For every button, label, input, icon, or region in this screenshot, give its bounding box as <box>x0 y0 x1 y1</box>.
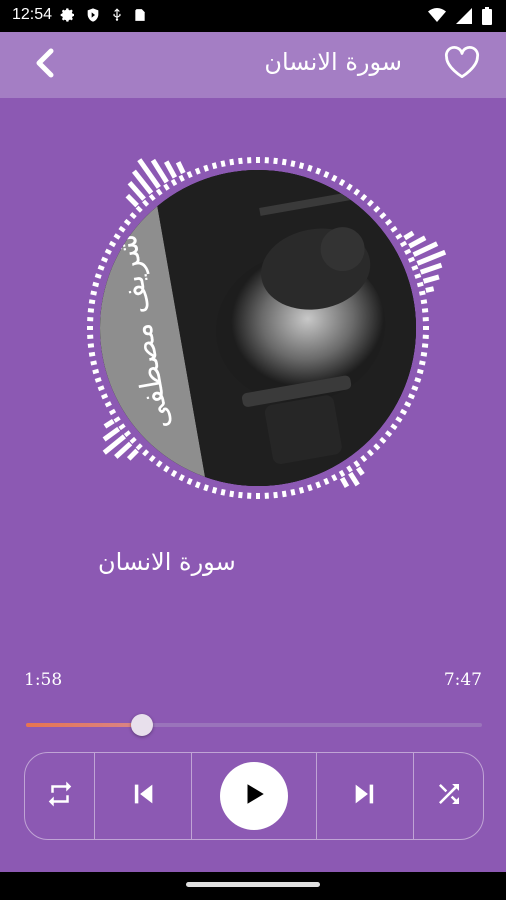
battery-icon <box>482 7 492 29</box>
total-time: 7:47 <box>443 670 482 690</box>
signal-icon <box>456 8 472 28</box>
play-circle <box>220 762 288 830</box>
status-bar: 12:54 <box>0 0 506 32</box>
status-time: 12:54 <box>12 6 53 23</box>
home-gesture-pill[interactable] <box>186 882 320 887</box>
play-icon <box>241 781 267 811</box>
track-title: سورة الانسان <box>98 548 236 576</box>
next-button[interactable] <box>317 753 414 839</box>
current-time: 1:58 <box>24 670 63 690</box>
usb-icon <box>110 7 124 27</box>
seek-thumb[interactable] <box>130 714 153 736</box>
skip-previous-icon <box>129 780 157 812</box>
favorite-button[interactable] <box>440 42 484 86</box>
heart-outline-icon <box>443 45 481 83</box>
chevron-left-icon <box>34 48 56 82</box>
back-button[interactable] <box>26 46 64 84</box>
wifi-icon <box>428 8 446 28</box>
sd-card-icon <box>133 7 147 27</box>
seek-progress <box>26 723 142 727</box>
system-nav-bar <box>0 872 506 900</box>
page-title: سورة الانسان <box>264 48 402 76</box>
shuffle-button[interactable] <box>414 753 483 839</box>
shuffle-icon <box>434 779 464 813</box>
gear-icon <box>60 7 76 27</box>
repeat-icon <box>45 779 75 813</box>
shield-icon <box>85 7 101 27</box>
app-bar: سورة الانسان <box>0 32 506 98</box>
seek-bar[interactable] <box>26 714 482 736</box>
skip-next-icon <box>351 780 379 812</box>
previous-button[interactable] <box>95 753 192 839</box>
playback-controls <box>24 752 484 840</box>
play-button[interactable] <box>192 753 317 839</box>
album-art-visualizer: شريف مصطفى <box>82 148 452 508</box>
album-cover-image: شريف مصطفى <box>100 170 416 486</box>
repeat-button[interactable] <box>25 753 95 839</box>
